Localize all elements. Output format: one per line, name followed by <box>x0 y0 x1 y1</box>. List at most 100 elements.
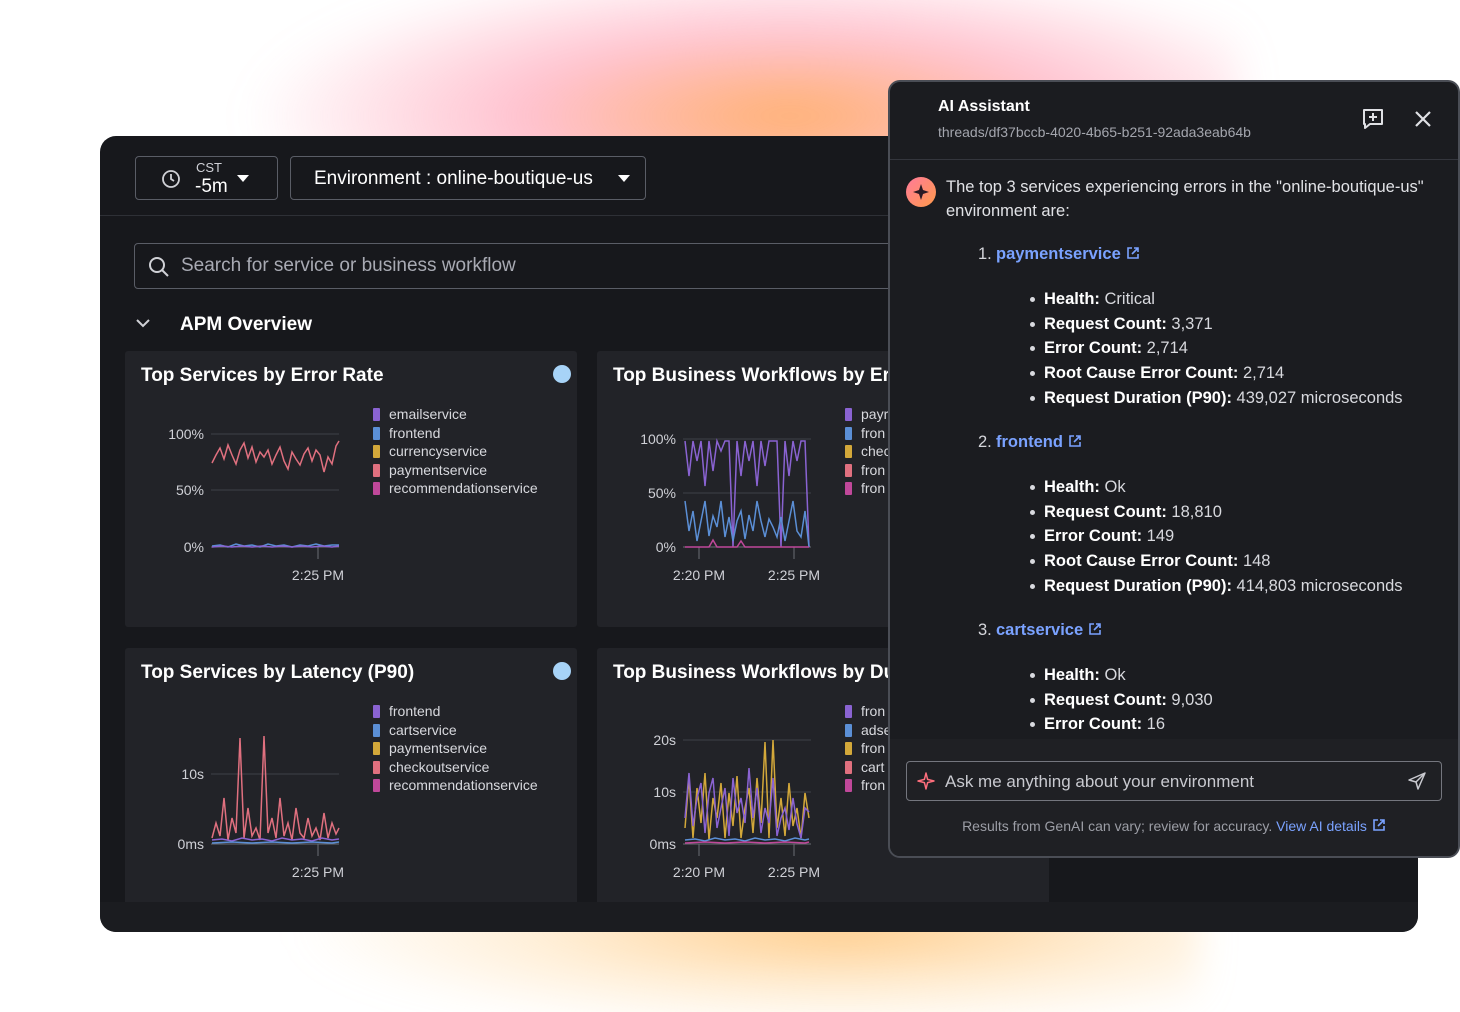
y-tick-label: 0ms <box>178 836 204 852</box>
y-tick-label: 0% <box>656 539 676 555</box>
legend-item[interactable]: chec <box>845 442 891 461</box>
series-line-paymentservice <box>211 440 340 473</box>
legend-swatch <box>845 408 852 421</box>
legend-item[interactable]: fron <box>845 461 891 480</box>
search-icon <box>149 257 169 277</box>
card-latency-p90[interactable]: Top Services by Latency (P90) 10s 0ms 2:… <box>125 648 577 924</box>
detail-value: Critical <box>1104 290 1155 308</box>
legend-item[interactable]: paymentservice <box>373 461 538 480</box>
x-tick-label: 2:25 PM <box>768 567 820 583</box>
legend-label: fron <box>861 740 886 756</box>
legend-item[interactable]: frontend <box>373 424 538 443</box>
legend-item[interactable]: adse <box>845 721 891 740</box>
x-tick-label: 2:20 PM <box>673 567 725 583</box>
legend-swatch <box>373 408 380 421</box>
legend-swatch <box>845 760 852 774</box>
y-tick-label: 50% <box>176 482 204 498</box>
detail-key: Health: <box>1044 666 1100 684</box>
detail-key: Request Count: <box>1044 690 1167 709</box>
view-ai-details-link[interactable]: View AI details <box>1276 818 1386 834</box>
legend-label: adse <box>861 721 892 738</box>
legend-item[interactable]: fron <box>845 424 891 443</box>
legend-item[interactable]: emailservice <box>373 405 538 424</box>
sparkle-icon <box>913 184 929 200</box>
legend-item[interactable]: payr <box>845 405 891 424</box>
legend-label: emailservice <box>389 406 467 422</box>
legend-label: fron <box>861 703 886 719</box>
service-link-cartservice[interactable]: cartservice <box>996 621 1102 640</box>
legend-swatch <box>845 742 852 755</box>
link-label: View AI details <box>1276 818 1367 834</box>
legend-swatch <box>845 426 852 440</box>
list-number: 3. <box>978 621 992 639</box>
detail-value: Ok <box>1104 666 1126 684</box>
external-link-icon <box>1089 623 1101 635</box>
ask-field[interactable] <box>906 761 1442 801</box>
x-tick-label: 2:20 PM <box>673 864 725 880</box>
detail-value: Ok <box>1104 478 1126 496</box>
thread-id: threads/df37bccb-4020-4b65-b251-92ada3ea… <box>938 124 1251 140</box>
ai-avatar <box>906 177 936 207</box>
send-icon[interactable] <box>1407 771 1427 791</box>
legend-item[interactable]: cartservice <box>373 721 538 740</box>
legend-swatch <box>373 445 380 458</box>
detail-item: Error Count: 2,714 <box>1030 336 1403 361</box>
legend-swatch <box>845 445 852 458</box>
legend-label: cartservice <box>389 721 457 738</box>
service-link-paymentservice[interactable]: paymentservice <box>996 245 1140 264</box>
detail-item: Error Count: 16 <box>1030 712 1213 737</box>
detail-item: Health: Critical <box>1030 287 1403 312</box>
detail-item: Health: Ok <box>1030 475 1403 500</box>
legend-item[interactable]: fron <box>845 702 891 721</box>
ai-response-intro: The top 3 services experiencing errors i… <box>946 178 1424 220</box>
legend-item[interactable]: fron <box>845 479 891 498</box>
detail-key: Error Count: <box>1044 339 1143 358</box>
legend-item[interactable]: fron <box>845 739 891 758</box>
list-number: 2. <box>978 433 992 451</box>
y-tick-label: 10s <box>181 766 204 782</box>
legend-item[interactable]: checkoutservice <box>373 758 538 777</box>
disclaimer-text: Results from GenAI can vary; review for … <box>962 818 1273 834</box>
y-tick-label: 50% <box>648 485 676 501</box>
time-range-picker[interactable]: CST -5m <box>135 156 278 200</box>
legend-swatch <box>845 779 852 792</box>
time-range-value: -5m <box>195 176 228 197</box>
series-line-fron <box>684 500 810 548</box>
close-icon[interactable] <box>1410 106 1436 132</box>
y-tick-label: 0% <box>184 539 204 555</box>
legend-swatch <box>373 482 380 495</box>
clock-icon <box>162 170 180 188</box>
detail-key: Health: <box>1044 478 1100 496</box>
legend-item[interactable]: paymentservice <box>373 739 538 758</box>
legend-label: frontend <box>389 424 441 441</box>
legend-item[interactable]: frontend <box>373 702 538 721</box>
legend-item[interactable]: recommendationservice <box>373 776 538 795</box>
new-thread-icon[interactable] <box>1360 106 1386 132</box>
legend-label: recommendationservice <box>389 480 538 496</box>
legend-label: recommendationservice <box>389 777 538 793</box>
environment-selector[interactable]: Environment : online-boutique-us <box>290 156 646 200</box>
y-tick-label: 0ms <box>650 836 676 852</box>
service-details-2: Health: Ok Request Count: 18,810 Error C… <box>1030 475 1403 598</box>
detail-value: 2,714 <box>1146 339 1188 358</box>
chevron-down-icon <box>237 175 249 182</box>
legend-item[interactable]: currencyservice <box>373 442 538 461</box>
legend-item[interactable]: recommendationservice <box>373 479 538 498</box>
ask-input[interactable] <box>945 771 1385 793</box>
legend-item[interactable]: fron <box>845 776 891 795</box>
service-search[interactable] <box>134 243 924 289</box>
card-error-rate[interactable]: Top Services by Error Rate 100% 50% 0% 2… <box>125 351 577 627</box>
legend-swatch <box>845 482 852 495</box>
legend-label: chec <box>861 443 891 459</box>
detail-value: 3,371 <box>1171 314 1213 333</box>
detail-key: Request Duration (P90): <box>1044 576 1232 595</box>
service-link-frontend[interactable]: frontend <box>996 433 1082 452</box>
detail-value: 18,810 <box>1171 502 1222 521</box>
legend-item[interactable]: cart <box>845 758 891 777</box>
legend-swatch <box>373 742 380 755</box>
section-title: APM Overview <box>180 314 312 335</box>
detail-key: Root Cause Error Count: <box>1044 364 1239 383</box>
search-input[interactable] <box>181 254 881 278</box>
x-tick-label: 2:25 PM <box>768 864 820 880</box>
y-tick-label: 100% <box>168 426 204 442</box>
